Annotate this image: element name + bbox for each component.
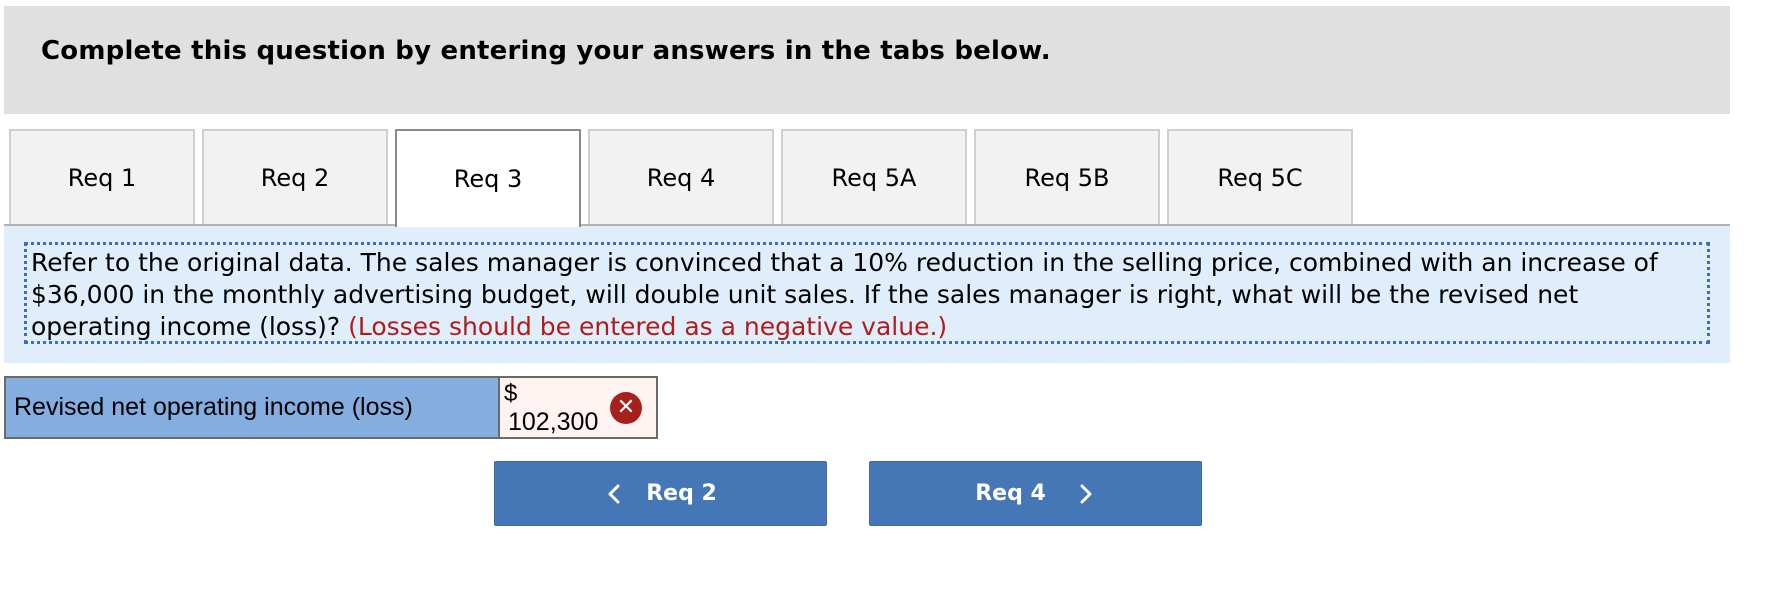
answer-input[interactable]: $ 102,300 ✕ [500, 376, 658, 439]
question-note: (Losses should be entered as a negative … [348, 312, 948, 341]
chevron-right-icon [1080, 484, 1092, 503]
tab-req-5b[interactable]: Req 5B [974, 129, 1160, 224]
answer-value[interactable]: 102,300 [508, 408, 598, 437]
tab-req-3[interactable]: Req 3 [395, 129, 581, 227]
chevron-left-icon [608, 484, 620, 503]
instructions-header: Complete this question by entering your … [4, 6, 1730, 114]
currency-symbol: $ [504, 380, 518, 407]
next-req-label: Req 4 [975, 481, 1046, 506]
tab-req-1[interactable]: Req 1 [9, 129, 195, 224]
answer-label: Revised net operating income (loss) [4, 376, 500, 439]
prev-req-button[interactable]: Req 2 [494, 461, 827, 526]
tab-req-4[interactable]: Req 4 [588, 129, 774, 224]
tab-req-5a[interactable]: Req 5A [781, 129, 967, 224]
incorrect-x-icon: ✕ [610, 392, 642, 424]
next-req-button[interactable]: Req 4 [869, 461, 1202, 526]
question-prompt: Refer to the original data. The sales ma… [24, 242, 1710, 344]
question-panel: Refer to the original data. The sales ma… [4, 226, 1730, 363]
instructions-title: Complete this question by entering your … [41, 36, 1051, 66]
tab-req-2[interactable]: Req 2 [202, 129, 388, 224]
tab-req-5c[interactable]: Req 5C [1167, 129, 1353, 224]
prev-req-label: Req 2 [646, 481, 717, 506]
